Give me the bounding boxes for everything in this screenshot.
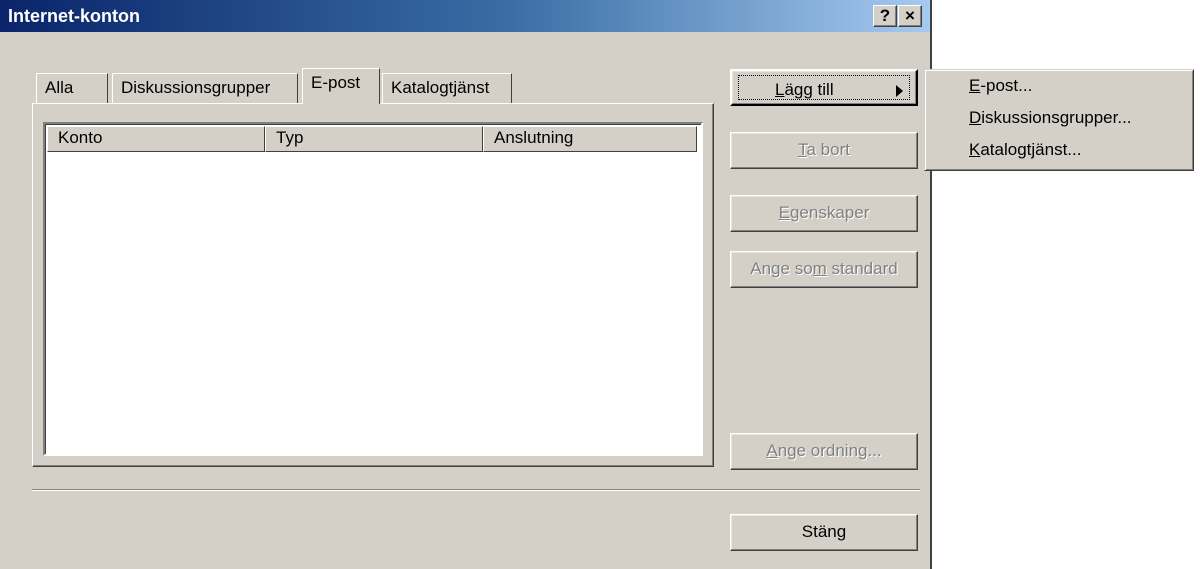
add-button-label: Lägg till xyxy=(775,80,834,99)
tab-alla[interactable]: Alla xyxy=(36,73,108,103)
help-button[interactable]: ? xyxy=(873,5,897,27)
tab-katalogtjanst[interactable]: Katalogtjänst xyxy=(382,73,512,103)
menu-item-diskussionsgrupper[interactable]: Diskussionsgrupper... xyxy=(969,108,1132,128)
column-header-anslutning[interactable]: Anslutning xyxy=(483,126,697,152)
set-default-button[interactable]: Ange som standard xyxy=(730,251,918,288)
add-button[interactable]: Lägg till xyxy=(730,69,918,106)
window-title: Internet-konton xyxy=(8,6,140,26)
set-order-button[interactable]: Ange ordning... xyxy=(730,433,918,470)
column-header-konto[interactable]: Konto xyxy=(47,126,265,152)
tab-panel: Konto Typ Anslutning xyxy=(32,103,714,467)
menu-item-katalogtjanst[interactable]: Katalogtjänst... xyxy=(969,140,1081,160)
remove-button[interactable]: Ta bort xyxy=(730,132,918,169)
column-header-typ[interactable]: Typ xyxy=(265,126,483,152)
add-popup-menu: E-post... Diskussionsgrupper... Katalogt… xyxy=(924,69,1194,171)
separator xyxy=(32,489,920,491)
title-bar[interactable]: Internet-konton ? × xyxy=(0,0,930,32)
focus-rectangle: Lägg till xyxy=(738,75,910,100)
menu-item-e-post[interactable]: E-post... xyxy=(969,76,1032,96)
accounts-list[interactable]: Konto Typ Anslutning xyxy=(43,122,703,456)
tab-e-post[interactable]: E-post xyxy=(302,68,380,104)
tab-diskussionsgrupper[interactable]: Diskussionsgrupper xyxy=(112,73,298,103)
arrow-right-icon xyxy=(896,85,903,97)
properties-button[interactable]: Egenskaper xyxy=(730,195,918,232)
close-icon[interactable]: × xyxy=(898,5,922,27)
internet-accounts-dialog: Internet-konton ? × Alla Diskussionsgrup… xyxy=(0,0,932,569)
close-button[interactable]: Stäng xyxy=(730,514,918,551)
